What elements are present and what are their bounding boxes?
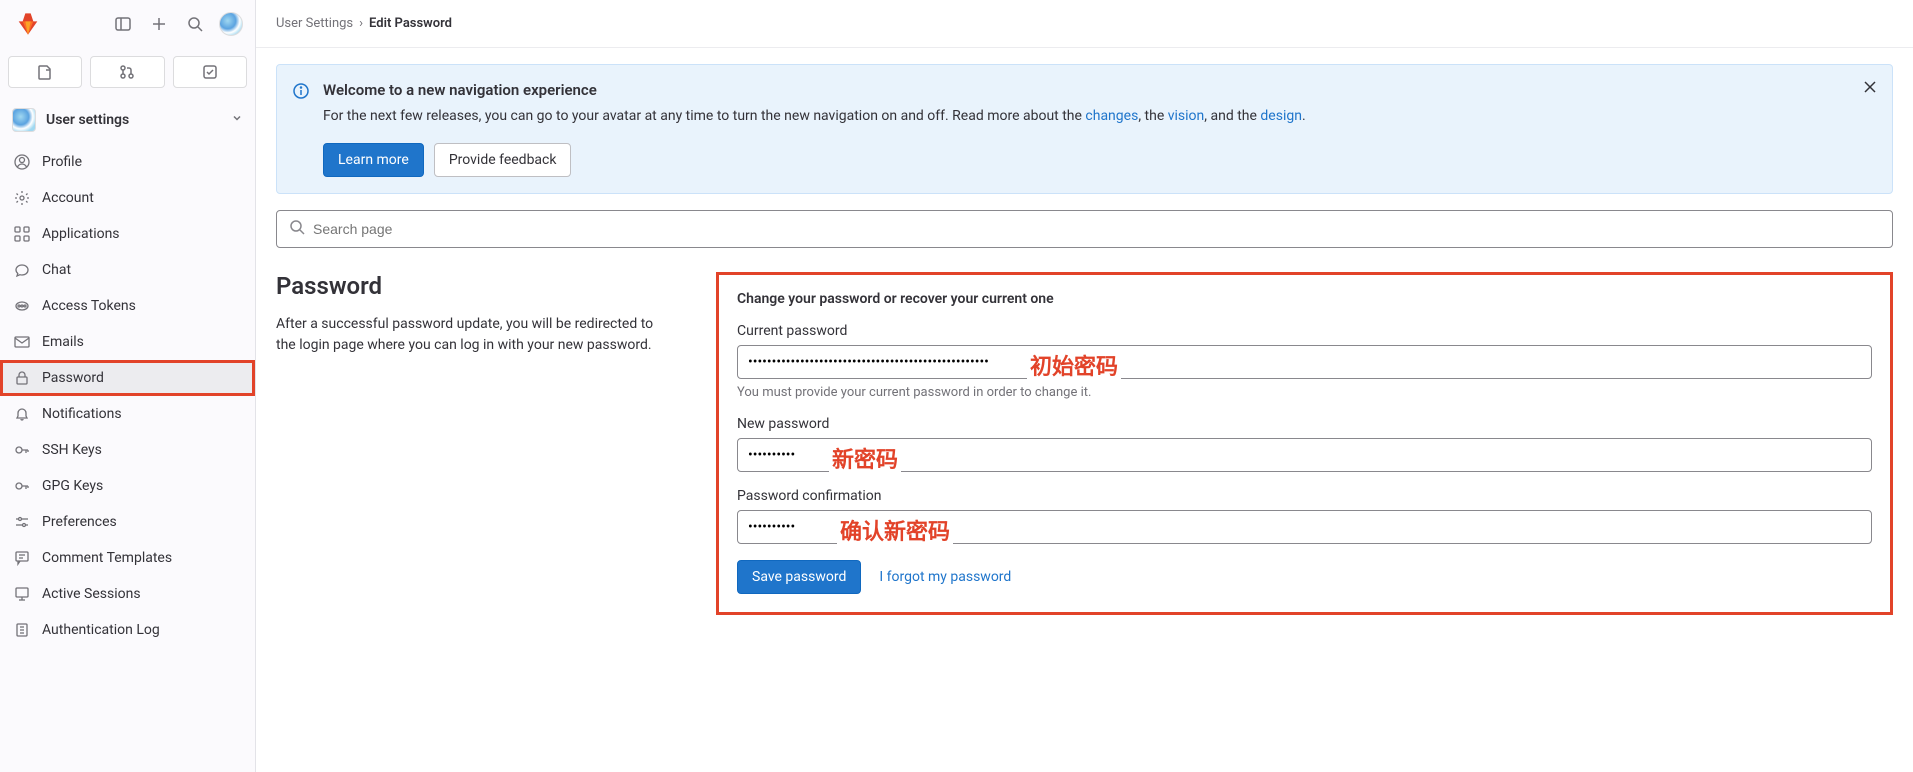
- sidebar-item-label: Access Tokens: [42, 298, 136, 314]
- context-switcher[interactable]: User settings: [0, 100, 255, 140]
- key-icon: [14, 442, 30, 458]
- bell-icon: [14, 406, 30, 422]
- plus-icon[interactable]: [143, 8, 175, 40]
- user-icon: [14, 154, 30, 170]
- learn-more-button[interactable]: Learn more: [323, 143, 424, 177]
- search-icon[interactable]: [179, 8, 211, 40]
- mail-icon: [14, 334, 30, 350]
- chevron-down-icon: [231, 112, 243, 128]
- breadcrumb-current: Edit Password: [369, 16, 452, 31]
- main-content: User Settings › Edit Password Welcome to…: [256, 0, 1913, 772]
- search-input[interactable]: [313, 221, 1880, 237]
- key-icon: [14, 478, 30, 494]
- sidebar-item-ssh-keys[interactable]: SSH Keys: [0, 432, 255, 468]
- sidebar-item-label: Emails: [42, 334, 84, 350]
- sidebar-item-label: GPG Keys: [42, 478, 103, 494]
- new-issue-button[interactable]: [8, 56, 82, 88]
- sidebar-item-chat[interactable]: Chat: [0, 252, 255, 288]
- info-banner: Welcome to a new navigation experience F…: [276, 64, 1893, 194]
- context-avatar: [12, 108, 36, 132]
- search-box[interactable]: [276, 210, 1893, 248]
- sidebar-item-account[interactable]: Account: [0, 180, 255, 216]
- breadcrumb: User Settings › Edit Password: [256, 0, 1913, 48]
- current-password-label: Current password: [737, 323, 1872, 339]
- sidebar-item-label: Account: [42, 190, 94, 206]
- panel-icon[interactable]: [107, 8, 139, 40]
- sidebar-item-authentication-log[interactable]: Authentication Log: [0, 612, 255, 648]
- password-form: Change your password or recover your cur…: [716, 272, 1893, 615]
- banner-text: For the next few releases, you can go to…: [323, 105, 1876, 127]
- log-icon: [14, 622, 30, 638]
- sidebar-item-notifications[interactable]: Notifications: [0, 396, 255, 432]
- new-password-label: New password: [737, 416, 1872, 432]
- sidebar-item-label: Chat: [42, 262, 71, 278]
- sidebar-item-access-tokens[interactable]: Access Tokens: [0, 288, 255, 324]
- sidebar-item-label: Comment Templates: [42, 550, 172, 566]
- sidebar-item-gpg-keys[interactable]: GPG Keys: [0, 468, 255, 504]
- current-password-hint: You must provide your current password i…: [737, 385, 1872, 400]
- sidebar-item-emails[interactable]: Emails: [0, 324, 255, 360]
- search-icon: [289, 219, 305, 239]
- chat-icon: [14, 262, 30, 278]
- current-password-input[interactable]: [737, 345, 1872, 379]
- todo-button[interactable]: [173, 56, 247, 88]
- sidebar-item-label: Profile: [42, 154, 82, 170]
- quick-actions: [0, 48, 255, 100]
- user-avatar[interactable]: [215, 8, 247, 40]
- sidebar-item-label: Active Sessions: [42, 586, 141, 602]
- provide-feedback-button[interactable]: Provide feedback: [434, 143, 572, 177]
- close-icon[interactable]: [1862, 79, 1878, 99]
- banner-title: Welcome to a new navigation experience: [323, 81, 1876, 99]
- sidebar-item-label: Preferences: [42, 514, 117, 530]
- sidebar-item-comment-templates[interactable]: Comment Templates: [0, 540, 255, 576]
- breadcrumb-root[interactable]: User Settings: [276, 16, 353, 31]
- sidebar-item-label: Applications: [42, 226, 120, 242]
- confirm-password-label: Password confirmation: [737, 488, 1872, 504]
- lock-icon: [14, 370, 30, 386]
- monitor-icon: [14, 586, 30, 602]
- page-description: After a successful password update, you …: [276, 314, 676, 356]
- forgot-password-link[interactable]: I forgot my password: [879, 569, 1011, 585]
- sidebar-item-password[interactable]: Password: [0, 360, 255, 396]
- gitlab-logo[interactable]: [8, 12, 48, 36]
- comment-icon: [14, 550, 30, 566]
- sidebar-item-label: Notifications: [42, 406, 122, 422]
- gear-icon: [14, 190, 30, 206]
- info-icon: [293, 83, 309, 177]
- link-design[interactable]: design: [1260, 108, 1302, 124]
- link-vision[interactable]: vision: [1168, 108, 1205, 124]
- sidebar-top: [0, 0, 255, 48]
- page-title: Password: [276, 272, 676, 300]
- new-password-input[interactable]: [737, 438, 1872, 472]
- token-icon: [14, 298, 30, 314]
- form-heading: Change your password or recover your cur…: [737, 291, 1872, 307]
- sidebar-item-preferences[interactable]: Preferences: [0, 504, 255, 540]
- link-changes[interactable]: changes: [1085, 108, 1138, 124]
- context-label: User settings: [46, 112, 221, 128]
- save-password-button[interactable]: Save password: [737, 560, 861, 594]
- merge-request-button[interactable]: [90, 56, 164, 88]
- sidebar-item-label: Password: [42, 370, 104, 386]
- sidebar: User settings Profile Account Applicatio…: [0, 0, 256, 772]
- sidebar-item-profile[interactable]: Profile: [0, 144, 255, 180]
- apps-icon: [14, 226, 30, 242]
- confirm-password-input[interactable]: [737, 510, 1872, 544]
- sidebar-item-active-sessions[interactable]: Active Sessions: [0, 576, 255, 612]
- nav-list: Profile Account Applications Chat Access…: [0, 140, 255, 652]
- sidebar-item-label: SSH Keys: [42, 442, 102, 458]
- preferences-icon: [14, 514, 30, 530]
- breadcrumb-separator: ›: [359, 16, 363, 31]
- sidebar-item-applications[interactable]: Applications: [0, 216, 255, 252]
- sidebar-item-label: Authentication Log: [42, 622, 160, 638]
